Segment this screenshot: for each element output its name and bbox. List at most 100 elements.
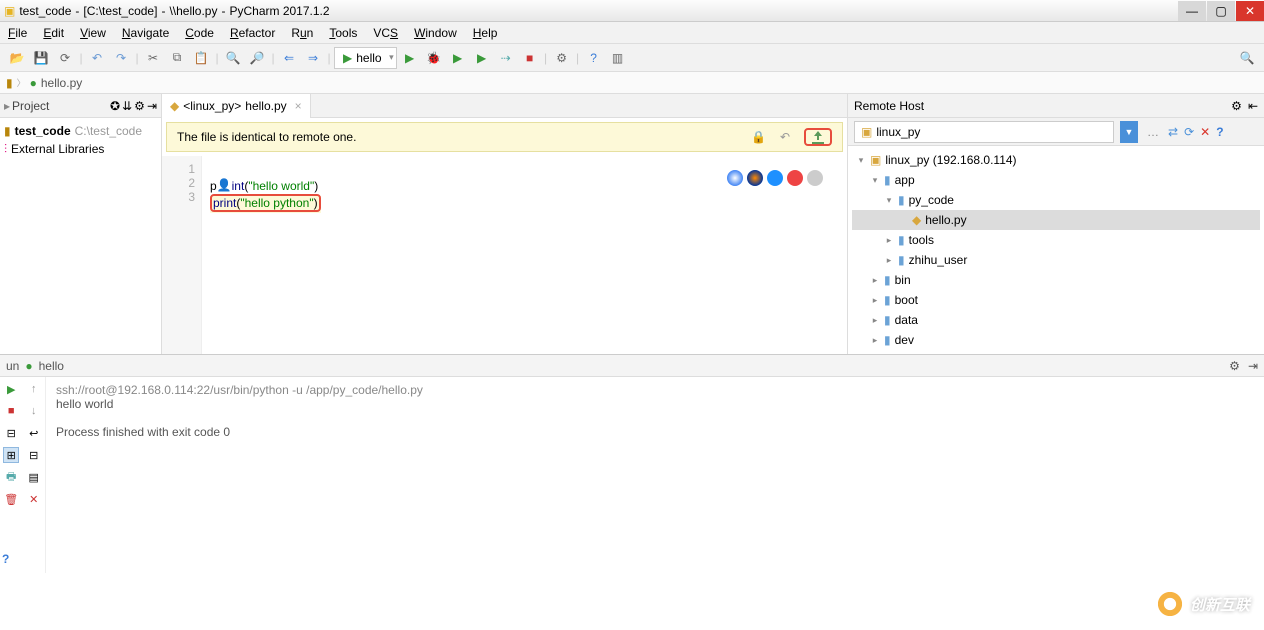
tree-boot[interactable]: ▸▮boot bbox=[852, 290, 1260, 310]
remote-dropdown-button[interactable]: ▼ bbox=[1120, 121, 1138, 143]
menu-vcs[interactable]: VCS bbox=[365, 26, 406, 40]
tree-app[interactable]: ▾▮app bbox=[852, 170, 1260, 190]
revert-icon[interactable]: ↶ bbox=[780, 130, 790, 144]
project-gear-icon[interactable]: ⚙ bbox=[134, 99, 145, 113]
remote-refresh-icon[interactable]: ⟳ bbox=[1184, 125, 1194, 139]
upload-button[interactable] bbox=[804, 128, 832, 146]
close-tab-icon[interactable]: × bbox=[295, 99, 302, 113]
project-toggle-icon[interactable]: ▸ bbox=[4, 99, 10, 113]
help-icon[interactable]: ? bbox=[583, 47, 605, 69]
undo-icon[interactable]: ↶ bbox=[86, 47, 108, 69]
breadcrumb-file[interactable]: hello.py bbox=[41, 76, 82, 90]
clear-icon[interactable]: ✕ bbox=[26, 491, 42, 507]
code-editor[interactable]: 123 p👤int("hello world") print("hello py… bbox=[162, 156, 847, 354]
minimize-button[interactable]: — bbox=[1178, 1, 1206, 21]
redo-icon[interactable]: ↷ bbox=[110, 47, 132, 69]
coverage-icon[interactable]: ▶ bbox=[447, 47, 469, 69]
remote-diff-icon[interactable]: ⇄ bbox=[1168, 125, 1178, 139]
remote-host-select[interactable]: ▣ linux_py bbox=[854, 121, 1114, 143]
find-icon[interactable]: 🔍 bbox=[222, 47, 244, 69]
lock-icon[interactable]: 🔒 bbox=[751, 130, 766, 144]
maximize-button[interactable]: ▢ bbox=[1207, 1, 1235, 21]
copy-icon[interactable]: ⧉ bbox=[166, 47, 188, 69]
folder-icon: ▮ bbox=[884, 293, 891, 307]
structure-icon[interactable]: ⚙ bbox=[551, 47, 573, 69]
open-icon[interactable]: 📂 bbox=[6, 47, 28, 69]
attach-icon[interactable]: ⇢ bbox=[495, 47, 517, 69]
menu-run[interactable]: Run bbox=[283, 26, 321, 40]
tree-hello[interactable]: ◆hello.py bbox=[852, 210, 1260, 230]
trash-icon[interactable]: 🗑 bbox=[3, 491, 19, 507]
firefox-icon[interactable] bbox=[747, 170, 763, 186]
tree-bin[interactable]: ▸▮bin bbox=[852, 270, 1260, 290]
paste-icon[interactable]: 📋 bbox=[190, 47, 212, 69]
editor-tab[interactable]: ◆ <linux_py> hello.py × bbox=[162, 94, 311, 118]
opera-icon[interactable] bbox=[787, 170, 803, 186]
replace-icon[interactable]: 🔎 bbox=[246, 47, 268, 69]
safari-icon[interactable] bbox=[767, 170, 783, 186]
menu-tools[interactable]: Tools bbox=[321, 26, 365, 40]
help-button[interactable]: ? bbox=[2, 552, 9, 566]
remote-gear-icon[interactable]: ⚙ bbox=[1231, 99, 1242, 113]
filter-icon[interactable]: ▤ bbox=[26, 469, 42, 485]
debug-button[interactable]: 🐞 bbox=[423, 47, 445, 69]
terminal-icon[interactable]: ▥ bbox=[607, 47, 629, 69]
profile-icon[interactable]: ▶ bbox=[471, 47, 493, 69]
project-hide-icon[interactable]: ⇥ bbox=[147, 99, 157, 113]
project-collapse-icon[interactable]: ⇊ bbox=[122, 99, 132, 113]
title-path: [C:\test_code] bbox=[83, 4, 157, 18]
upload-icon bbox=[810, 130, 826, 144]
tree-dev[interactable]: ▸▮dev bbox=[852, 330, 1260, 350]
run-button[interactable]: ▶ bbox=[399, 47, 421, 69]
wrap-icon[interactable]: ↩ bbox=[26, 425, 42, 441]
folder-icon: ▮ bbox=[6, 76, 13, 90]
watermark-icon bbox=[1156, 590, 1184, 618]
scroll-icon[interactable]: ⊞ bbox=[3, 447, 19, 463]
menu-window[interactable]: Window bbox=[406, 26, 465, 40]
menu-navigate[interactable]: Navigate bbox=[114, 26, 177, 40]
pin-icon[interactable]: ⊟ bbox=[3, 425, 19, 441]
search-everywhere-icon[interactable]: 🔍 bbox=[1236, 47, 1258, 69]
project-root[interactable]: ▮ test_code C:\test_code bbox=[4, 122, 157, 140]
print-icon[interactable]: 🖶 bbox=[3, 469, 19, 485]
close-window-button[interactable]: ✕ bbox=[1236, 1, 1264, 21]
tree-tools[interactable]: ▸▮tools bbox=[852, 230, 1260, 250]
tree-root[interactable]: ▾▣linux_py (192.168.0.114) bbox=[852, 150, 1260, 170]
back-icon[interactable]: ⇐ bbox=[278, 47, 300, 69]
chrome-icon[interactable] bbox=[727, 170, 743, 186]
tree-pycode[interactable]: ▾▮py_code bbox=[852, 190, 1260, 210]
rerun-icon[interactable]: ▶ bbox=[3, 381, 19, 397]
run-hide-icon[interactable]: ⇥ bbox=[1248, 359, 1258, 373]
run-tab-label[interactable]: hello bbox=[39, 359, 64, 373]
folder-icon: ▮ bbox=[884, 333, 891, 347]
ie-icon[interactable] bbox=[807, 170, 823, 186]
menu-refactor[interactable]: Refactor bbox=[222, 26, 283, 40]
external-libraries[interactable]: ⫶ External Libraries bbox=[4, 140, 157, 158]
tree-zhihu[interactable]: ▸▮zhihu_user bbox=[852, 250, 1260, 270]
refresh-icon[interactable]: ⟳ bbox=[54, 47, 76, 69]
console-exit: Process finished with exit code 0 bbox=[56, 425, 1254, 439]
save-icon[interactable]: 💾 bbox=[30, 47, 52, 69]
cut-icon[interactable]: ✂ bbox=[142, 47, 164, 69]
run-gear-icon[interactable]: ⚙ bbox=[1229, 359, 1240, 373]
tree-data[interactable]: ▸▮data bbox=[852, 310, 1260, 330]
run-config-select[interactable]: ▶ hello bbox=[334, 47, 397, 69]
run-console[interactable]: ssh://root@192.168.0.114:22/usr/bin/pyth… bbox=[46, 377, 1264, 573]
menu-view[interactable]: View bbox=[72, 26, 114, 40]
up-icon[interactable]: ↑ bbox=[26, 381, 42, 397]
stop-run-icon[interactable]: ■ bbox=[3, 403, 19, 419]
remote-delete-icon[interactable]: ✕ bbox=[1200, 125, 1210, 139]
project-scope-icon[interactable]: ✪ bbox=[110, 99, 120, 113]
down-icon[interactable]: ↓ bbox=[26, 403, 42, 419]
menu-code[interactable]: Code bbox=[177, 26, 222, 40]
menu-edit[interactable]: Edit bbox=[35, 26, 72, 40]
remote-help-icon[interactable]: ? bbox=[1216, 125, 1223, 139]
soft-wrap-icon[interactable]: ⊟ bbox=[26, 447, 42, 463]
run-gutter: ▶ ■ ⊟ ⊞ 🖶 🗑 ↑ ↓ ↩ ⊟ ▤ ✕ bbox=[0, 377, 46, 573]
menu-help[interactable]: Help bbox=[465, 26, 506, 40]
menu-file[interactable]: File bbox=[0, 26, 35, 40]
stop-button[interactable]: ■ bbox=[519, 47, 541, 69]
remote-more-button[interactable]: … bbox=[1144, 125, 1162, 139]
forward-icon[interactable]: ⇒ bbox=[302, 47, 324, 69]
remote-hide-icon[interactable]: ⇤ bbox=[1248, 99, 1258, 113]
